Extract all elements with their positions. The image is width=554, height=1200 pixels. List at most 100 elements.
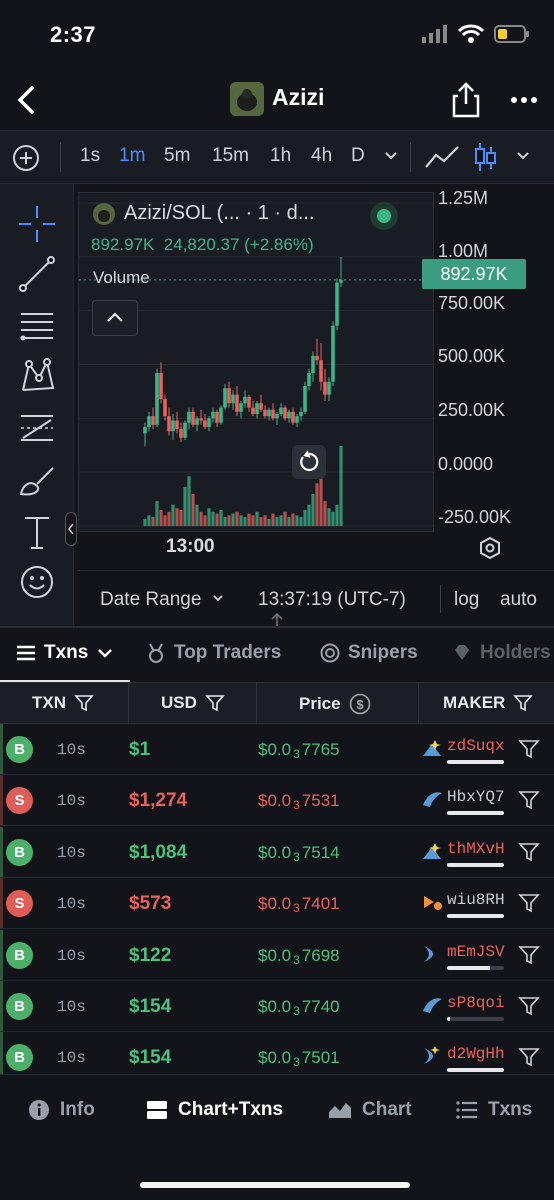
chart-settings-button[interactable] [478,536,502,560]
chart-type-dropdown[interactable] [514,147,532,165]
emoji-tool[interactable] [17,562,57,602]
share-button[interactable] [448,80,484,120]
nav-txns[interactable]: Txns [456,1099,532,1121]
more-horizontal-icon [511,97,537,103]
trendline-tool[interactable] [17,254,57,294]
reset-chart-button[interactable] [292,445,326,479]
timeframe-5m[interactable]: 5m [164,145,190,167]
date-range-button[interactable]: Date Range [100,589,225,611]
pattern-tool[interactable] [17,356,57,396]
price-chart[interactable]: Azizi/SOL (... · 1 · d... 892.97K 24,820… [65,184,554,570]
auto-scale-toggle[interactable]: auto [500,589,537,611]
home-indicator [140,1182,410,1188]
col-price[interactable]: Price $ [299,693,371,715]
candle-body [199,418,203,421]
maker-address[interactable]: d2WgHh [447,1045,505,1063]
filter-icon[interactable] [518,789,540,811]
nav-chart-txns[interactable]: Chart+Txns [146,1099,283,1121]
add-indicator-button[interactable] [12,144,40,172]
volume-bar [331,511,335,526]
clock-display[interactable]: 13:37:19 (UTC-7) [258,589,406,611]
toolbar-collapse-handle[interactable] [65,512,77,546]
text-tool[interactable] [17,512,57,552]
log-scale-toggle[interactable]: log [454,589,479,611]
nav-chart[interactable]: Chart [328,1099,412,1121]
signal-icon [422,25,447,43]
line-chart-button[interactable] [424,143,460,171]
table-row[interactable]: B 10s $122 $0.0 3 7698 mEmJSV [0,929,554,981]
timeframe-15m[interactable]: 15m [212,145,249,167]
maker-address[interactable]: sP8qoi [447,994,505,1012]
filter-icon[interactable] [518,944,540,966]
fib-tool[interactable] [17,306,57,346]
maker-address[interactable]: HbxYQ7 [447,788,505,806]
filter-icon[interactable] [518,892,540,914]
candle-body [323,381,327,395]
table-row[interactable]: B 10s $1 $0.0 3 7765 zdSuqx [0,724,554,775]
tab-holders[interactable]: Holders [452,642,551,664]
candle-body [235,394,239,412]
tab-txns[interactable]: Txns [16,642,114,664]
candle-chart-button[interactable] [474,141,498,173]
txn-age: 10s [57,843,86,862]
col-maker[interactable]: MAKER [443,693,534,713]
maker-type-icon [423,792,442,808]
col-txn[interactable]: TXN [32,693,94,713]
maker-address[interactable]: zdSuqx [447,737,505,755]
brush-tool[interactable] [17,460,57,500]
filter-icon[interactable] [518,995,540,1017]
volume-bar [335,504,339,526]
txn-age: 10s [57,998,86,1016]
candle-body [283,407,287,419]
txn-type-badge: B [6,1044,33,1072]
txn-tabs: Txns Top Traders Snipers Holders [0,626,554,683]
token-avatar [230,82,264,116]
last-price: 892.97K [91,235,155,254]
tab-top-traders[interactable]: Top Traders [146,642,281,664]
projection-tool[interactable] [17,408,57,448]
divider [440,585,441,613]
timeframe-4h[interactable]: 4h [311,145,332,167]
nav-info[interactable]: Info [28,1099,95,1121]
maker-address[interactable]: wiu8RH [447,891,505,909]
filter-icon[interactable] [518,841,540,863]
table-row[interactable]: B 10s $154 $0.0 3 7740 sP8qoi [0,981,554,1032]
filter-icon[interactable] [518,738,540,760]
price-change: 24,820.37 (+2.86%) [163,235,314,254]
filter-icon[interactable] [518,1046,540,1068]
timeframe-1h[interactable]: 1h [270,145,291,167]
timeframe-dropdown[interactable] [382,147,400,165]
svg-text:$: $ [356,697,364,712]
horizontal-lines-icon [20,313,53,341]
txn-usd: $1 [129,739,151,760]
price-digits: 7401 [301,894,340,914]
timeframe-1s[interactable]: 1s [80,145,100,167]
maker-holding-bar [447,965,504,970]
crosshair-tool[interactable] [17,204,57,244]
chevron-down-icon [385,152,397,160]
tab-snipers[interactable]: Snipers [320,642,418,664]
info-icon [29,1100,49,1120]
table-row[interactable]: S 10s $1,274 $0.0 3 7531 HbxYQ7 [0,775,554,827]
maker-address[interactable]: mEmJSV [447,943,505,961]
col-usd[interactable]: USD [161,693,225,713]
candle-body [203,420,207,427]
table-row[interactable]: B 10s $1,084 $0.0 3 7514 thMXvH [0,826,554,878]
timeframe-1m[interactable]: 1m [119,145,145,167]
hexagon-settings-icon [480,536,500,560]
collapse-legend-button[interactable] [92,300,138,336]
drawing-toolbar [0,184,74,626]
txn-type-badge: B [6,941,33,969]
back-button[interactable] [8,80,48,120]
y-axis-tick: -250.00K [438,507,512,527]
list-icon [456,1101,477,1119]
price-zero-count: 3 [293,952,300,967]
smiley-icon [21,566,53,598]
current-price-tag: 892.97K [422,259,526,289]
timeframe-d[interactable]: D [351,145,365,167]
candle-body [163,398,167,417]
table-row[interactable]: S 10s $573 $0.0 3 7401 wiu8RH [0,878,554,930]
candle-body [319,360,323,382]
more-button[interactable] [504,80,544,120]
maker-address[interactable]: thMXvH [447,840,505,858]
